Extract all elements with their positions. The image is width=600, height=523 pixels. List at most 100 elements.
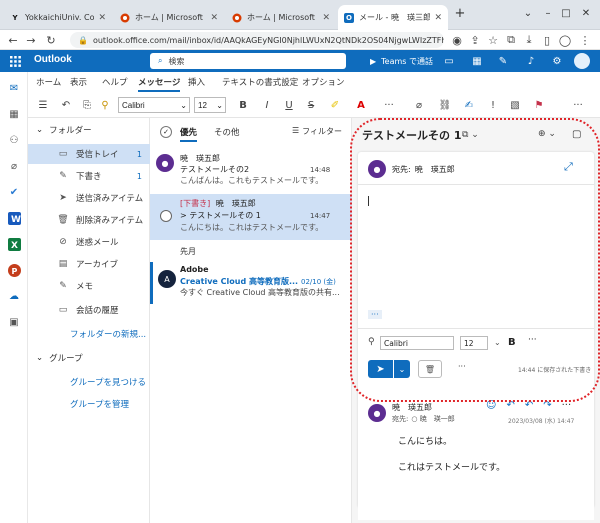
find-groups-link[interactable]: グループを見つける	[70, 376, 146, 388]
reply-all-icon[interactable]: ↶	[525, 400, 533, 411]
message-item[interactable]: ● 暁 瑛五郎 テストメールその2 14:48 こんばんは。これもテストメールで…	[150, 150, 352, 192]
italic-icon[interactable]: I	[260, 98, 274, 112]
forward-icon[interactable]: →	[24, 33, 38, 47]
browser-tab-yokkaichi[interactable]: Y YokkaichiUniv. Compute ✕	[4, 5, 112, 30]
browser-tab-m365-1[interactable]: ホーム | Microsoft 365 ✕	[114, 5, 224, 30]
groups-header[interactable]: ⌄ グループ	[36, 352, 83, 364]
message-body-editor[interactable]	[358, 192, 594, 304]
reply-icon[interactable]: ↶	[506, 400, 514, 411]
image-icon[interactable]: ▧	[508, 98, 522, 112]
bold-button[interactable]: B	[508, 337, 516, 348]
paste-icon[interactable]: ⎘	[80, 98, 94, 112]
expand-icon[interactable]: ⤢	[564, 160, 573, 174]
select-all-checkbox[interactable]: ✓	[160, 126, 172, 138]
download-icon[interactable]: ⤓	[522, 33, 536, 47]
link-icon[interactable]: ⛓	[438, 98, 452, 112]
strikethrough-icon[interactable]: S	[304, 98, 318, 112]
minimize-icon[interactable]: –	[540, 6, 556, 20]
highlight-icon[interactable]: ✐	[328, 98, 342, 112]
excel-icon[interactable]: X	[6, 236, 22, 252]
chat-icon[interactable]: ▭	[442, 54, 456, 68]
mail-icon[interactable]: ✉	[6, 80, 22, 96]
send-button[interactable]: ➤ ⌄	[368, 360, 410, 378]
ribbon-more-button[interactable]: ···	[568, 98, 588, 112]
hamburger-icon[interactable]: ☰	[34, 98, 52, 112]
attach-icon[interactable]: ⌀	[412, 98, 426, 112]
close-icon[interactable]: ✕	[322, 13, 330, 23]
browser-tab-m365-2[interactable]: ホーム | Microsoft 365 ✕	[226, 5, 336, 30]
show-more-button[interactable]: ···	[368, 310, 382, 319]
font-color-icon[interactable]: A	[354, 98, 368, 112]
undo-icon[interactable]: ↶	[58, 98, 74, 112]
back-icon[interactable]: ←	[6, 33, 20, 47]
close-icon[interactable]: ✕	[98, 13, 106, 23]
todo-icon[interactable]: ✎	[496, 54, 510, 68]
format-more-button[interactable]: ···	[528, 335, 537, 345]
reload-icon[interactable]: ↻	[44, 33, 58, 47]
folders-header[interactable]: ⌄ フォルダー	[36, 124, 92, 136]
tab-focused[interactable]: 優先	[180, 126, 198, 142]
forward-icon[interactable]: ↷	[543, 400, 551, 411]
address-bar[interactable]: 🔒 outlook.office.com/mail/inbox/id/AAQkA…	[70, 32, 444, 48]
message-item[interactable]: A Adobe Creative Cloud 高等教育版... 02/10 (金…	[150, 262, 352, 304]
search-input[interactable]: ⌕ 検索	[150, 53, 346, 69]
new-folder-link[interactable]: フォルダーの新規...	[70, 328, 146, 340]
tab-other[interactable]: その他	[214, 126, 240, 138]
star-icon[interactable]: ☆	[486, 33, 500, 47]
chevron-down-icon[interactable]: ⌄	[394, 360, 410, 378]
sidebar-icon[interactable]: ▯	[540, 33, 554, 47]
more-icon[interactable]: ···	[562, 400, 572, 411]
bold-icon[interactable]: B	[236, 98, 250, 112]
message-item-selected[interactable]: [下書き] 暁 瑛五郎 > テストメールその 1 14:47 こんにちは。これは…	[150, 194, 352, 240]
font-size-select[interactable]: 12	[460, 336, 488, 350]
send-more-icon[interactable]: ···	[458, 362, 466, 371]
apps-icon[interactable]: ▣	[6, 314, 22, 330]
emoji-icon[interactable]: ☺	[486, 400, 496, 411]
maximize-icon[interactable]: □	[558, 6, 574, 20]
bell-icon[interactable]: ♪	[524, 54, 538, 68]
tab-text-format[interactable]: テキストの書式設定	[222, 76, 298, 88]
folder-drafts[interactable]: ✎ 下書き 1	[28, 166, 150, 186]
new-tab-button[interactable]: +	[452, 6, 468, 21]
chevron-down-icon[interactable]: ⌄	[494, 338, 501, 347]
message-checkbox[interactable]	[160, 210, 172, 222]
calendar-icon[interactable]: ▦	[6, 106, 22, 122]
format-painter-icon[interactable]: ⚲	[98, 98, 112, 112]
avatar[interactable]	[574, 53, 590, 69]
close-icon[interactable]: ✕	[434, 13, 442, 23]
folder-conversation-history[interactable]: ▭ 会話の履歴	[28, 300, 150, 320]
more-options-icon[interactable]: ···	[382, 98, 396, 112]
importance-icon[interactable]: !	[486, 98, 500, 112]
font-name-select[interactable]: Calibri	[380, 336, 454, 350]
powerpoint-icon[interactable]: P	[6, 262, 22, 278]
eye-icon[interactable]: ◉	[450, 33, 464, 47]
discard-icon[interactable]: 🗑	[418, 360, 442, 378]
close-icon[interactable]: ✕	[210, 13, 218, 23]
people-icon[interactable]: ⚇	[6, 132, 22, 148]
onedrive-icon[interactable]: ☁	[6, 288, 22, 304]
outlook-brand[interactable]: Outlook	[34, 54, 72, 65]
browser-tab-outlook[interactable]: O メール - 暁 瑛三郎 - Out ✕	[338, 5, 448, 30]
tab-search-icon[interactable]: ⌄	[520, 6, 536, 20]
popout-icon[interactable]: ⧉ ⌄	[462, 130, 479, 140]
teams-call-button[interactable]: ▶ Teams で通話	[370, 53, 433, 69]
share-icon[interactable]: ⇪	[468, 33, 482, 47]
folder-archive[interactable]: ▤ アーカイブ	[28, 254, 150, 274]
to-field[interactable]: 宛先: 暁 瑛五郎	[392, 164, 455, 175]
tag-icon[interactable]: ⚑	[532, 98, 546, 112]
calendar-icon[interactable]: ▦	[470, 54, 484, 68]
folder-deleted[interactable]: 🗑 削除済みアイテム	[28, 210, 150, 230]
font-size-select[interactable]: 12 ⌄	[194, 97, 226, 113]
app-launcher-icon[interactable]	[8, 54, 22, 68]
word-icon[interactable]: W	[6, 210, 22, 226]
underline-icon[interactable]: U	[282, 98, 296, 112]
menu-icon[interactable]: ⋮	[578, 33, 592, 47]
tab-view[interactable]: 表示	[70, 76, 87, 88]
folder-junk[interactable]: ⊘ 迷惑メール	[28, 232, 150, 252]
format-painter-icon[interactable]: ⚲	[368, 337, 375, 347]
font-name-select[interactable]: Calibri ⌄	[118, 97, 190, 113]
folder-inbox[interactable]: ▭ 受信トレイ 1	[28, 144, 150, 164]
signature-icon[interactable]: ✍	[462, 98, 476, 112]
tab-home[interactable]: ホーム	[36, 76, 61, 88]
maximize-icon[interactable]: ▢	[572, 129, 581, 140]
